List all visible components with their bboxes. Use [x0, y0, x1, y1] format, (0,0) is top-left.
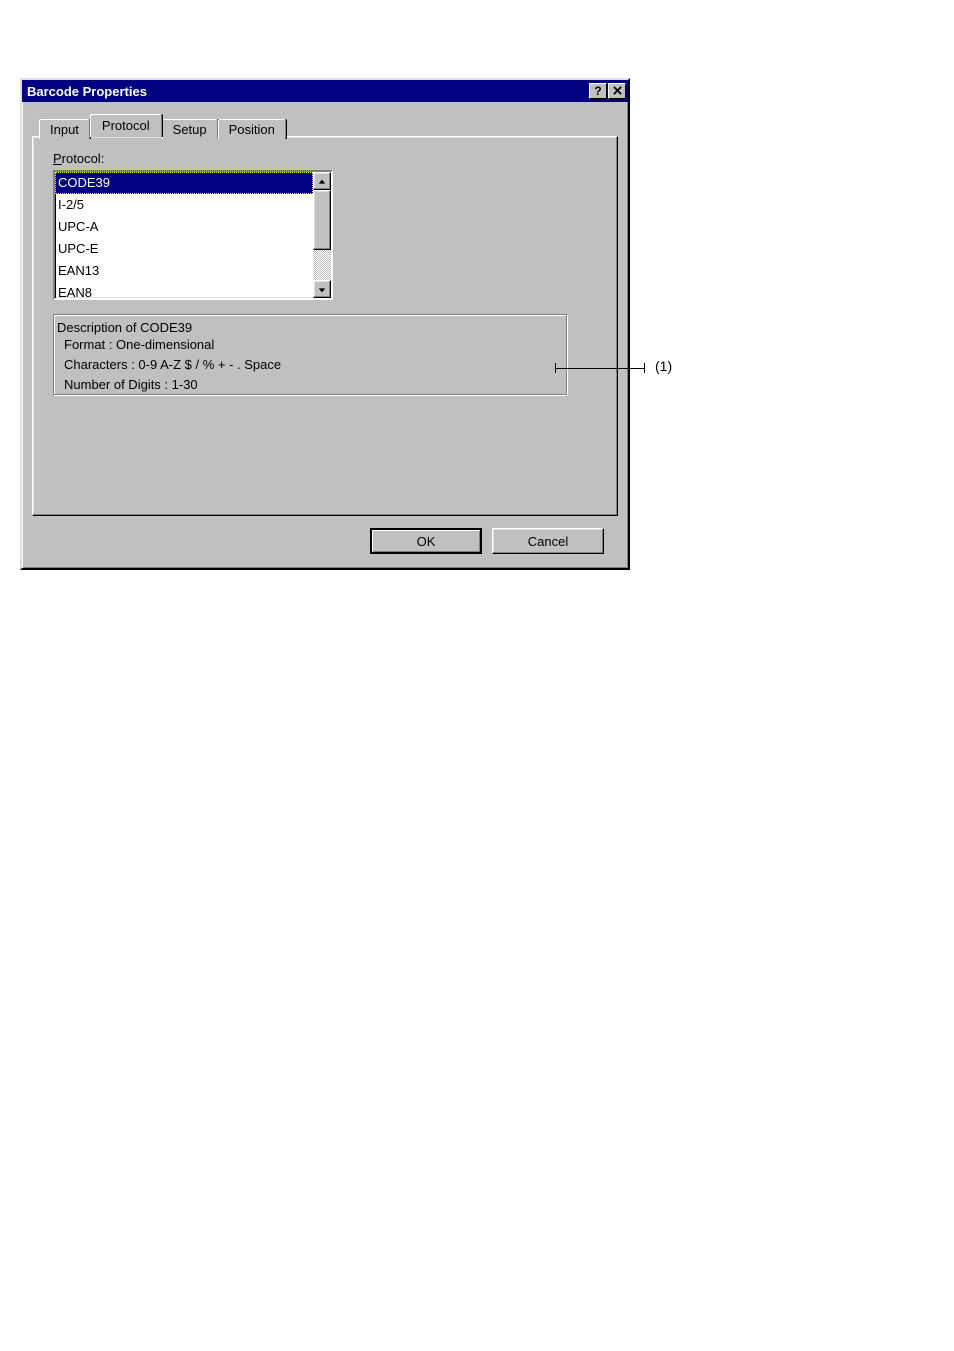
chevron-up-icon [318, 174, 326, 189]
barcode-properties-dialog: Barcode Properties ? Input Protocol Setu… [20, 78, 630, 570]
list-item[interactable]: EAN8 [55, 282, 313, 298]
description-line: Format : One-dimensional [56, 335, 559, 355]
annotation-line [555, 368, 645, 369]
list-item[interactable]: EAN13 [55, 260, 313, 282]
dialog-button-row: OK Cancel [32, 524, 618, 554]
tab-input[interactable]: Input [39, 119, 90, 139]
help-button[interactable]: ? [589, 83, 607, 99]
scrollbar [313, 172, 331, 298]
title-bar-buttons: ? [588, 83, 626, 99]
title-bar: Barcode Properties ? [22, 80, 628, 102]
list-item[interactable]: I-2/5 [55, 194, 313, 216]
tab-protocol[interactable]: Protocol [90, 114, 162, 137]
window-title: Barcode Properties [27, 84, 588, 99]
scroll-track[interactable] [313, 190, 331, 280]
list-item[interactable]: UPC-E [55, 238, 313, 260]
protocol-label: Protocol: [53, 151, 601, 166]
cancel-button[interactable]: Cancel [492, 528, 604, 554]
scroll-thumb[interactable] [313, 190, 331, 250]
description-title: Description of CODE39 [56, 320, 559, 335]
description-line: Number of Digits : 1-30 [56, 375, 559, 395]
ok-button[interactable]: OK [370, 528, 482, 554]
list-item[interactable]: CODE39 [55, 172, 313, 194]
tabs-row: Input Protocol Setup Position [39, 112, 618, 136]
scroll-down-button[interactable] [313, 280, 331, 298]
protocol-listbox[interactable]: CODE39 I-2/5 UPC-A UPC-E EAN13 EAN8 [53, 170, 333, 300]
protocol-listbox-items: CODE39 I-2/5 UPC-A UPC-E EAN13 EAN8 [55, 172, 313, 298]
tab-panel-protocol: Protocol: CODE39 I-2/5 UPC-A UPC-E EAN13… [32, 136, 618, 516]
close-icon [613, 85, 622, 97]
description-group: Description of CODE39 Format : One-dimen… [53, 314, 568, 396]
help-icon: ? [594, 85, 601, 97]
dialog-client-area: Input Protocol Setup Position Protocol: … [22, 102, 628, 568]
tab-setup[interactable]: Setup [162, 119, 218, 139]
annotation-label: (1) [655, 358, 672, 374]
tab-position[interactable]: Position [218, 119, 286, 139]
description-line: Characters : 0-9 A-Z $ / % + - . Space [56, 355, 559, 375]
chevron-down-icon [318, 282, 326, 297]
close-button[interactable] [608, 83, 626, 99]
scroll-up-button[interactable] [313, 172, 331, 190]
list-item[interactable]: UPC-A [55, 216, 313, 238]
